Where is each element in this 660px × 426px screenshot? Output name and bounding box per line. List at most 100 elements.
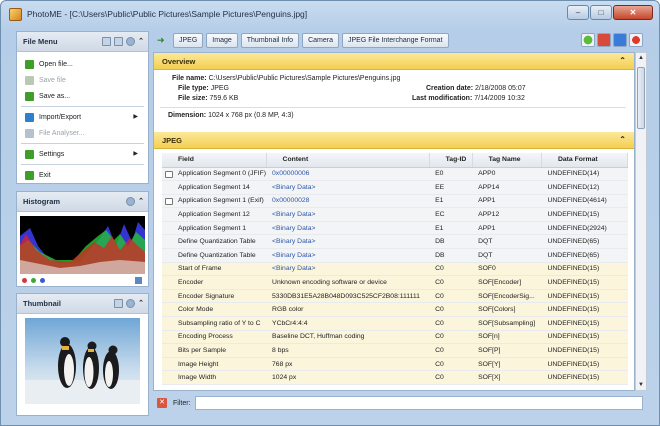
table-row[interactable]: Application Segment 12 <Binary Data> EC APP…: [162, 207, 628, 222]
table-row[interactable]: Define Quantization Table <Binary Data> DB…: [162, 248, 628, 263]
row-content-text[interactable]: <Binary Data>: [272, 238, 315, 245]
file-name-value: C:\Users\Public\Public Pictures\Sample P…: [208, 75, 401, 82]
menu-save-as[interactable]: Save as...: [17, 88, 148, 104]
table-row[interactable]: Subsampling ratio of Y to C YCbCr4:4:4 C0 S…: [162, 316, 628, 331]
table-row[interactable]: Application Segment 1 (Exif) 0x00000028 E1…: [162, 194, 628, 209]
scroll-down-icon[interactable]: ▼: [636, 380, 646, 390]
row-tag-name-text: DQT: [478, 238, 493, 246]
menu-open-file[interactable]: Open file...: [17, 56, 148, 72]
expand-icon[interactable]: [165, 170, 173, 178]
row-content-text[interactable]: <Binary Data>: [272, 184, 315, 191]
jpeg-header[interactable]: JPEG ⌃: [154, 132, 634, 149]
expand-icon[interactable]: [165, 197, 173, 205]
tab-camera[interactable]: Camera: [302, 33, 339, 48]
table-row[interactable]: Encoder Signature 5330DB31E5A28B048D093C5…: [162, 289, 628, 304]
title-bar[interactable]: PhotoME - [C:\Users\Public\Public Pictur…: [1, 1, 659, 28]
row-content-text: 5330DB31E5A28B048D093C525CF2B08:111111: [272, 292, 420, 300]
row-content: 768 px: [266, 357, 430, 372]
close-button[interactable]: ✕: [613, 5, 653, 20]
tab-jpeg[interactable]: JPEG: [173, 33, 204, 48]
column-header-data-format[interactable]: Data Format: [541, 153, 629, 168]
tab-jfif[interactable]: JPEG File Interchange Format: [341, 33, 449, 48]
table-row[interactable]: Image Width 1024 px C0 SOF[X] UNDEFINED(15): [162, 370, 628, 385]
thumbnail-tool-icon[interactable]: [114, 299, 124, 308]
filter-label: Filter:: [173, 399, 191, 407]
row-content-text[interactable]: <Binary Data>: [272, 252, 315, 259]
table-row[interactable]: Start of Frame <Binary Data> C0 SOF0 UNDEFIN…: [162, 262, 628, 277]
minimize-button[interactable]: –: [567, 5, 589, 20]
save-as-icon: [25, 91, 34, 101]
collapse-icon[interactable]: ⌃: [619, 135, 626, 144]
row-content: 0x00000006: [266, 167, 430, 182]
row-data-format-text: UNDEFINED(15): [547, 333, 600, 341]
row-content-text[interactable]: <Binary Data>: [272, 265, 315, 272]
maximize-button[interactable]: □: [590, 5, 612, 20]
menu-import-export[interactable]: Import/Export ▶: [17, 109, 148, 125]
table-row[interactable]: Image Height 768 px C0 SOF[Y] UNDEFINED(15): [162, 357, 628, 372]
row-content-text[interactable]: 0x00000028: [272, 197, 309, 204]
table-row[interactable]: Bits per Sample 8 bps C0 SOF[P] UNDEFINED(15…: [162, 343, 628, 358]
help-icon[interactable]: [126, 299, 136, 308]
tab-image[interactable]: Image: [206, 33, 238, 48]
pin-icon[interactable]: [102, 37, 112, 46]
menu-settings-label: Settings: [39, 150, 65, 158]
row-tag-id: DB: [429, 234, 473, 250]
row-data-format: UNDEFINED(12): [541, 180, 628, 195]
red-channel-toggle[interactable]: [22, 277, 27, 283]
row-tag-name: SOF0: [472, 262, 542, 277]
analyser-icon: [25, 128, 34, 138]
clear-filter-icon[interactable]: ✕: [157, 398, 167, 408]
row-field-text: Start of Frame: [178, 265, 222, 273]
search-icon[interactable]: [114, 37, 124, 46]
report-icon[interactable]: [597, 33, 611, 47]
scroll-up-icon[interactable]: ▲: [636, 53, 646, 63]
row-content-text[interactable]: 0x00000006: [272, 170, 309, 177]
collapse-icon[interactable]: ⌃: [138, 37, 144, 46]
row-data-format-text: UNDEFINED(4614): [547, 197, 607, 205]
filter-input[interactable]: [194, 396, 643, 410]
help-icon[interactable]: [126, 197, 136, 206]
vertical-scrollbar[interactable]: ▲ ▼: [635, 52, 647, 391]
row-tag-name: APP0: [472, 167, 542, 182]
creation-date-label: Creation date:: [426, 85, 474, 92]
column-header-tag-id[interactable]: Tag-ID: [429, 153, 473, 168]
tab-thumbnail-info[interactable]: Thumbnail Info: [240, 33, 300, 48]
menu-save-file[interactable]: Save file: [17, 72, 148, 88]
blue-channel-toggle[interactable]: [40, 277, 45, 283]
image-view-icon[interactable]: [613, 33, 627, 47]
help-icon[interactable]: [126, 37, 136, 46]
row-content-text[interactable]: <Binary Data>: [272, 225, 315, 232]
row-content-text: RGB color: [272, 306, 304, 314]
row-field: Application Segment 14: [162, 180, 267, 195]
row-content-text: 1024 px: [272, 374, 297, 382]
table-row[interactable]: Define Quantization Table <Binary Data> DB…: [162, 234, 628, 250]
green-channel-toggle[interactable]: [31, 277, 36, 283]
table-row[interactable]: Encoder Unknown encoding software or devi…: [162, 275, 628, 290]
settings-star-icon[interactable]: [629, 33, 643, 47]
table-row[interactable]: Encoding Process Baseline DCT, Huffman co…: [162, 330, 628, 345]
table-row[interactable]: Application Segment 0 (JFIF) 0x00000006 E0…: [162, 167, 628, 182]
collapse-icon[interactable]: ⌃: [138, 197, 144, 206]
overview-title: Overview: [162, 56, 196, 66]
row-tag-name-text: SOF[X]: [478, 374, 501, 382]
column-header-content[interactable]: Content: [266, 153, 430, 168]
table-row[interactable]: Application Segment 14 <Binary Data> EE APP…: [162, 180, 628, 195]
row-tag-name-text: SOF0: [478, 265, 496, 273]
menu-exit[interactable]: Exit: [17, 167, 148, 183]
menu-settings[interactable]: Settings ▶: [17, 146, 148, 162]
column-header-field[interactable]: Field: [162, 153, 267, 168]
row-content-text[interactable]: <Binary Data>: [272, 211, 315, 218]
globe-icon[interactable]: [581, 33, 595, 47]
menu-file-analyser[interactable]: File Analyser...: [17, 125, 148, 141]
scrollbar-thumb[interactable]: [637, 67, 645, 129]
row-tag-id-text: C0: [435, 292, 444, 300]
column-header-tag-name[interactable]: Tag Name: [472, 153, 542, 168]
histogram-options-icon[interactable]: [135, 277, 142, 284]
row-field: Bits per Sample: [162, 343, 267, 358]
table-row[interactable]: Application Segment 1 <Binary Data> E1 APP1…: [162, 221, 628, 236]
collapse-icon[interactable]: ⌃: [138, 299, 144, 308]
table-row[interactable]: Color Mode RGB color C0 SOF[Colors] UNDEFINE…: [162, 302, 628, 318]
overview-header[interactable]: Overview ⌃: [154, 53, 634, 70]
collapse-icon[interactable]: ⌃: [619, 56, 626, 65]
forward-arrow-icon[interactable]: ➜: [157, 35, 168, 46]
